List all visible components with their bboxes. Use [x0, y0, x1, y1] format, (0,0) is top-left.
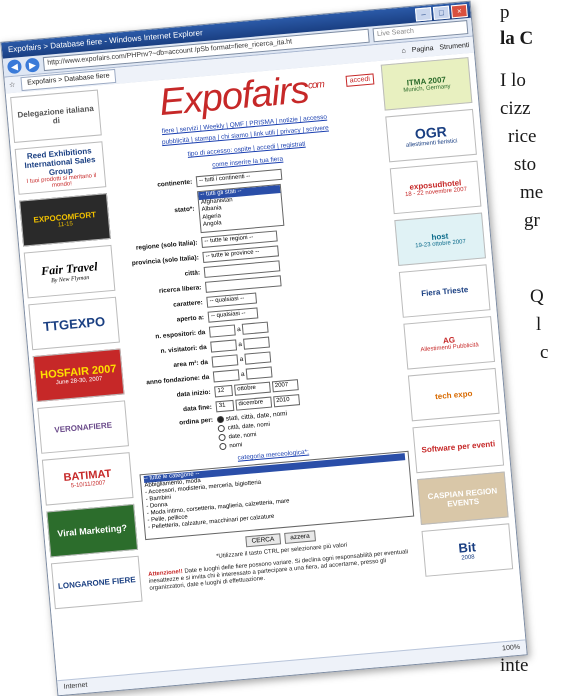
exhibitors-label: n. espositori: da: [155, 329, 206, 341]
magazine-line: l: [536, 314, 542, 335]
region-label: regione (solo Italia):: [135, 239, 198, 252]
magazine-line: sto: [514, 154, 537, 175]
exhibitors-from-input[interactable]: [208, 324, 236, 338]
tools-menu[interactable]: Strumenti: [439, 41, 469, 51]
state-label: stato*:: [174, 205, 195, 215]
area-label: area m²: da: [173, 358, 209, 369]
banner[interactable]: TTGEXPO: [28, 296, 120, 351]
banner[interactable]: tech expo: [407, 367, 500, 422]
reset-button[interactable]: azzera: [283, 530, 317, 544]
banner[interactable]: Viral Marketing?: [46, 503, 139, 558]
magazine-line: la C: [500, 28, 534, 49]
status-text: Internet: [63, 681, 88, 691]
minimize-icon[interactable]: –: [414, 7, 433, 22]
order-radio[interactable]: [218, 433, 226, 442]
open-select[interactable]: -- qualsiasi --: [207, 307, 259, 323]
visitors-to-input[interactable]: [243, 336, 271, 350]
home-icon[interactable]: ⌂: [401, 47, 406, 54]
banner[interactable]: Fair Travel By New Flyman: [23, 244, 116, 299]
visitors-from-input[interactable]: [210, 339, 238, 353]
search-form: continente: -- tutti i continenti -- stat…: [114, 160, 407, 457]
page-content: Delegazione italiana di Reed Exhibitions…: [5, 52, 526, 682]
start-month-select[interactable]: ottobre: [233, 381, 271, 396]
end-month-select[interactable]: dicembre: [235, 396, 272, 411]
order-radio[interactable]: [217, 424, 226, 433]
zoom-level[interactable]: 100%: [502, 641, 521, 657]
close-icon[interactable]: ×: [450, 4, 468, 19]
page-menu[interactable]: Pagina: [411, 45, 433, 54]
founded-from-input[interactable]: [212, 369, 240, 383]
start-day-select[interactable]: 12: [214, 384, 234, 398]
center-column: Expofairscom accedi fiere | servizi | We…: [106, 63, 419, 593]
visitors-label: n. visitatori: da: [160, 344, 207, 356]
state-listbox[interactable]: -- tutti gli stati -- Afghanistan Albani…: [197, 183, 285, 234]
founded-to-input[interactable]: [245, 366, 273, 380]
free-search-label: ricerca libera:: [158, 284, 202, 295]
continent-label: continente:: [157, 178, 193, 189]
star-icon[interactable]: ☆: [9, 81, 16, 90]
end-year-select[interactable]: 2010: [272, 394, 300, 408]
banner[interactable]: exposudhotel 18 - 22 novembre 2007: [389, 160, 482, 215]
exhibitors-to-input[interactable]: [241, 321, 269, 335]
end-day-select[interactable]: 31: [215, 399, 235, 413]
banner[interactable]: LONGARONE FIERE: [50, 555, 143, 610]
character-label: carattere:: [172, 299, 204, 309]
maximize-icon[interactable]: □: [432, 5, 450, 20]
attention-note: Attenzione!! Date e luoghi delle fiere p…: [148, 549, 409, 592]
banner[interactable]: Reed Exhibitions International Sales Gro…: [14, 141, 107, 195]
back-icon[interactable]: ◀: [6, 59, 23, 75]
order-radio[interactable]: [219, 442, 227, 451]
magazine-line: gr: [524, 210, 540, 231]
banner[interactable]: Delegazione italiana di: [10, 89, 102, 143]
magazine-line: c: [540, 342, 549, 363]
banner[interactable]: AG Allestimenti Pubblicità: [403, 316, 496, 370]
banner[interactable]: EXPOCOMFORT 11-15: [19, 193, 111, 247]
magazine-line: Q: [530, 286, 544, 307]
magazine-line: inte: [500, 655, 529, 676]
browser-screenshot: Expofairs > Database fiere - Windows Int…: [0, 0, 528, 696]
banner[interactable]: CASPIAN REGION EVENTS: [416, 471, 509, 525]
start-year-select[interactable]: 2007: [271, 379, 299, 393]
magazine-line: p: [500, 2, 510, 23]
city-label: città:: [184, 269, 201, 278]
magazine-line: rice: [508, 126, 537, 147]
banner[interactable]: OGR allestimenti fieristici: [385, 108, 477, 163]
forward-icon[interactable]: ▶: [24, 57, 41, 73]
founded-label: anno fondazione: da: [146, 373, 210, 387]
open-label: aperto a:: [176, 314, 205, 324]
character-select[interactable]: -- qualsiasi --: [206, 292, 258, 308]
end-date-label: data fine:: [182, 403, 213, 414]
magazine-line: cizz: [500, 98, 531, 119]
banner[interactable]: Bit 2008: [421, 523, 514, 577]
magazine-line: me: [520, 182, 544, 203]
province-label: provincia (solo Italia):: [131, 254, 200, 268]
order-radio[interactable]: [216, 415, 225, 424]
banner[interactable]: BATIMAT 5-10/11/2007: [41, 452, 134, 506]
order-label: ordina per:: [178, 416, 214, 427]
area-from-input[interactable]: [211, 354, 239, 368]
banner[interactable]: HOSFAIR 2007 June 28-30, 2007: [32, 348, 125, 403]
banner[interactable]: VERONAFIERE: [37, 400, 129, 454]
magazine-line: I lo: [500, 70, 526, 91]
start-date-label: data inizio:: [176, 388, 211, 399]
banner[interactable]: Software per eventi: [412, 419, 505, 474]
order-option: date, nomi: [228, 431, 257, 440]
banner[interactable]: Fiera Trieste: [398, 264, 491, 318]
area-to-input[interactable]: [244, 351, 272, 365]
banner[interactable]: ITMA 2007 Munich, Germany: [380, 57, 473, 111]
search-button[interactable]: CERCA: [245, 533, 281, 548]
order-option: nomi: [229, 441, 243, 449]
banner[interactable]: host 19-23 ottobre 2007: [394, 212, 486, 266]
